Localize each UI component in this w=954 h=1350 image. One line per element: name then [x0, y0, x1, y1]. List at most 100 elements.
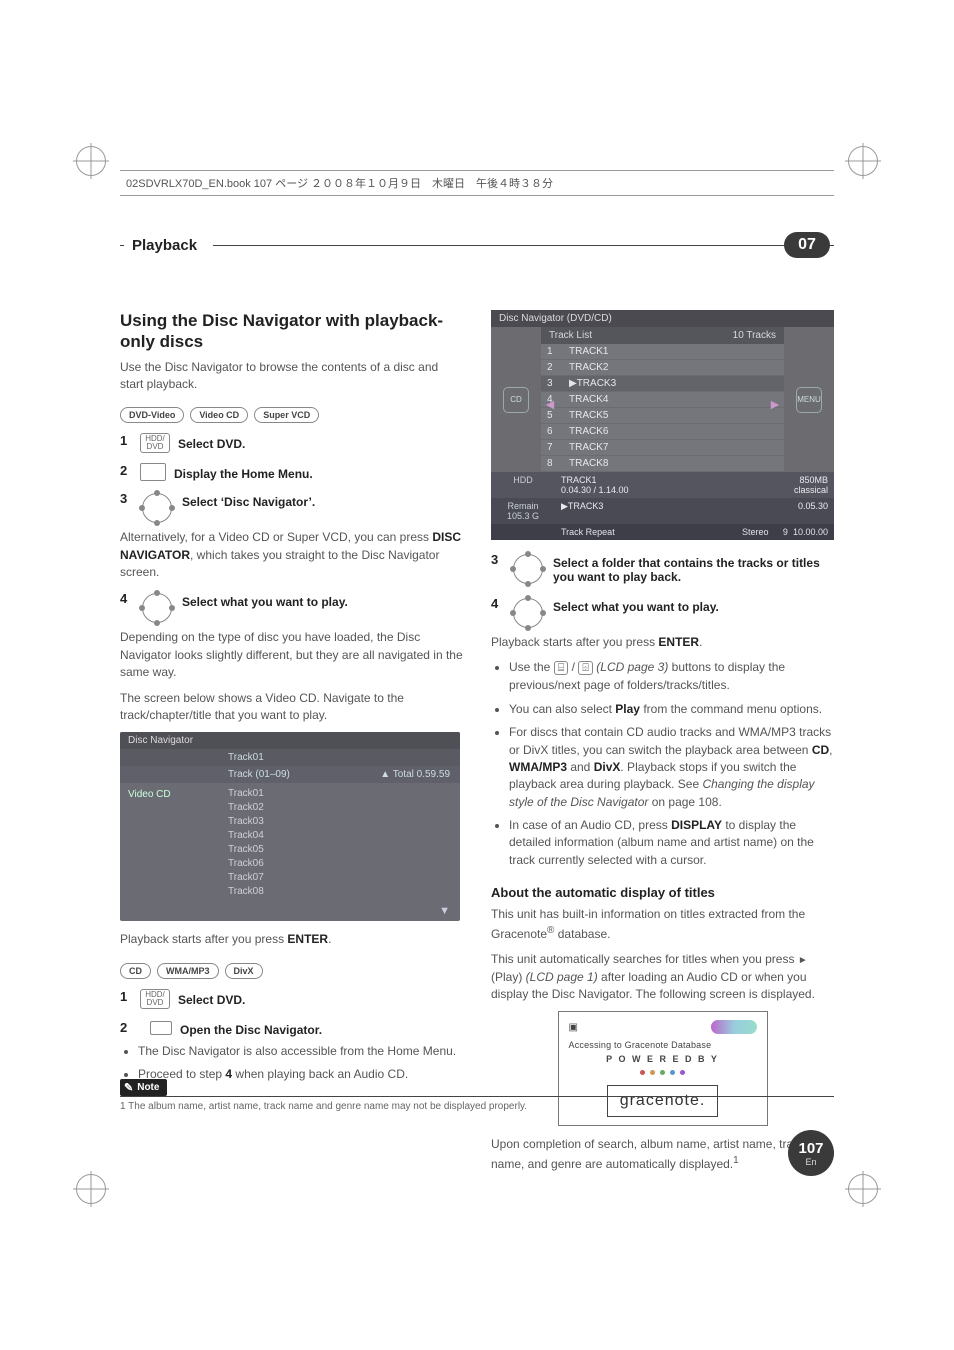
step-number: 4: [120, 591, 132, 606]
disc-type-label: Video CD: [120, 783, 220, 903]
dvd-cd-navigator-screenshot: Disc Navigator (DVD/CD) CD Track List 10…: [491, 310, 834, 540]
column-header: Track List: [541, 327, 674, 344]
step-text: Select DVD.: [178, 433, 245, 451]
badge: WMA/MP3: [157, 963, 219, 979]
directional-pad-icon: [140, 591, 174, 625]
info-label: Remain 105.3 G: [491, 498, 555, 524]
paragraph: This unit automatically searches for tit…: [491, 951, 834, 1003]
section-title: Playback: [124, 232, 213, 258]
step-2: 2 Display the Home Menu.: [120, 463, 463, 481]
step-3r: 3 Select a folder that contains the trac…: [491, 552, 834, 586]
play-icon: [798, 952, 808, 966]
folder-button-icon: ⌸: [554, 661, 569, 675]
step-number: 1: [120, 433, 132, 448]
track-list: Track01 Track02 Track03 Track04 Track05 …: [220, 783, 460, 903]
list-item: Track08: [228, 885, 452, 899]
step-1b: 1 HDD/ DVD Select DVD.: [120, 989, 463, 1009]
info-text: 850MB: [750, 475, 828, 485]
directional-pad-icon: [511, 596, 545, 630]
step-number: 3: [491, 552, 503, 567]
step-4: 4 Select what you want to play.: [120, 591, 463, 625]
list-item: Track03: [228, 815, 452, 829]
badge: DivX: [225, 963, 263, 979]
directional-pad-icon: [511, 552, 545, 586]
badge: DVD-Video: [120, 407, 184, 423]
right-column: Disc Navigator (DVD/CD) CD Track List 10…: [491, 310, 834, 1181]
column-header: Track01: [220, 749, 350, 766]
info-text: 0.05.30: [744, 498, 834, 524]
section-tab-bar: Playback 07: [120, 232, 834, 258]
track-list: 1TRACK1 2TRACK2 3▶TRACK3 4TRACK4 5TRACK5…: [541, 344, 784, 472]
status-icon: ▣: [569, 1022, 578, 1033]
badge: Video CD: [190, 407, 248, 423]
step-text: Select ‘Disc Navigator’.: [182, 491, 315, 509]
print-header: 02SDVRLX70D_EN.book 107 ページ ２００８年１０月９日 木…: [120, 170, 834, 196]
subheading: About the automatic display of titles: [491, 885, 834, 900]
info-text: TRACK1: [561, 475, 738, 485]
list-item: Track06: [228, 857, 452, 871]
navigator-button-icon: [150, 1021, 172, 1035]
step-1: 1 HDD/ DVD Select DVD.: [120, 433, 463, 453]
paragraph: Use the Disc Navigator to browse the con…: [120, 359, 463, 394]
info-label: HDD: [491, 472, 555, 498]
loading-dots-icon: [569, 1070, 757, 1075]
step-text: Open the Disc Navigator.: [180, 1019, 322, 1037]
step-number: 2: [120, 463, 132, 478]
page-number: 107: [798, 1140, 823, 1157]
screenshot-title: Disc Navigator (DVD/CD): [491, 310, 834, 327]
disc-type-badges: DVD-Video Video CD Super VCD: [120, 407, 463, 423]
step-number: 2: [120, 1020, 132, 1035]
bar-text: Stereo: [736, 524, 764, 540]
video-cd-navigator-screenshot: Disc Navigator Track01 Track (01–09) ▲ T…: [120, 732, 460, 921]
step-number: 1: [120, 989, 132, 1004]
bullet: The Disc Navigator is also accessible fr…: [138, 1043, 463, 1060]
footnote-area: Note 1 The album name, artist name, trac…: [120, 1079, 834, 1112]
step-text: Select DVD.: [178, 989, 245, 1007]
step-text: Select what you want to play.: [553, 596, 719, 614]
bullet: Use the ⌸ / ⌹ (LCD page 3) buttons to di…: [509, 659, 834, 694]
bullet: For discs that contain CD audio tracks a…: [509, 724, 834, 811]
paragraph: Upon completion of search, album name, a…: [491, 1136, 834, 1173]
left-arrow-icon: ◄: [543, 396, 557, 410]
note-badge: Note: [120, 1079, 167, 1096]
menu-icon: MENU: [796, 387, 822, 413]
paragraph: Playback starts after you press ENTER.: [491, 634, 834, 651]
list-item: Track04: [228, 829, 452, 843]
directional-pad-icon: [140, 491, 174, 525]
list-item: Track05: [228, 843, 452, 857]
step-text: Display the Home Menu.: [174, 463, 313, 481]
info-text: 0.04.30 / 1.14.00: [561, 485, 738, 495]
step-2b: 2 Open the Disc Navigator.: [120, 1019, 463, 1037]
list-item: Track02: [228, 801, 452, 815]
paragraph: Depending on the type of disc you have l…: [120, 629, 463, 681]
list-item: Track01: [228, 787, 452, 801]
badge: CD: [120, 963, 151, 979]
list-item: Track07: [228, 871, 452, 885]
info-text: ▶TRACK3: [555, 498, 744, 524]
column-header: Track (01–09): [220, 766, 350, 783]
heading: Using the Disc Navigator with playback-o…: [120, 310, 463, 353]
section-number: 07: [784, 232, 830, 258]
paragraph: This unit has built-in information on ti…: [491, 906, 834, 943]
bar-text: Track Repeat: [555, 524, 736, 540]
badge: Super VCD: [254, 407, 319, 423]
step-number: 3: [120, 491, 132, 506]
paragraph: Alternatively, for a Video CD or Super V…: [120, 529, 463, 581]
folder-button-icon: ⌹: [578, 661, 593, 675]
step-number: 4: [491, 596, 503, 611]
info-text: classical: [750, 485, 828, 495]
right-arrow-icon: ►: [768, 396, 782, 410]
home-button-icon: [140, 463, 166, 481]
powered-by-text: P O W E R E D B Y: [569, 1054, 757, 1064]
hdd-dvd-button-icon: HDD/ DVD: [140, 433, 170, 453]
step-3: 3 Select ‘Disc Navigator’.: [120, 491, 463, 525]
left-column: Using the Disc Navigator with playback-o…: [120, 310, 463, 1181]
paragraph: The screen below shows a Video CD. Navig…: [120, 690, 463, 725]
step-text: Select what you want to play.: [182, 591, 348, 609]
screenshot-title: Disc Navigator: [120, 732, 460, 749]
paragraph: Playback starts after you press ENTER.: [120, 931, 463, 948]
bullet: You can also select Play from the comman…: [509, 701, 834, 718]
hdd-dvd-button-icon: HDD/ DVD: [140, 989, 170, 1009]
page-number-chip: 107 En: [788, 1130, 834, 1176]
bullet: In case of an Audio CD, press DISPLAY to…: [509, 817, 834, 869]
